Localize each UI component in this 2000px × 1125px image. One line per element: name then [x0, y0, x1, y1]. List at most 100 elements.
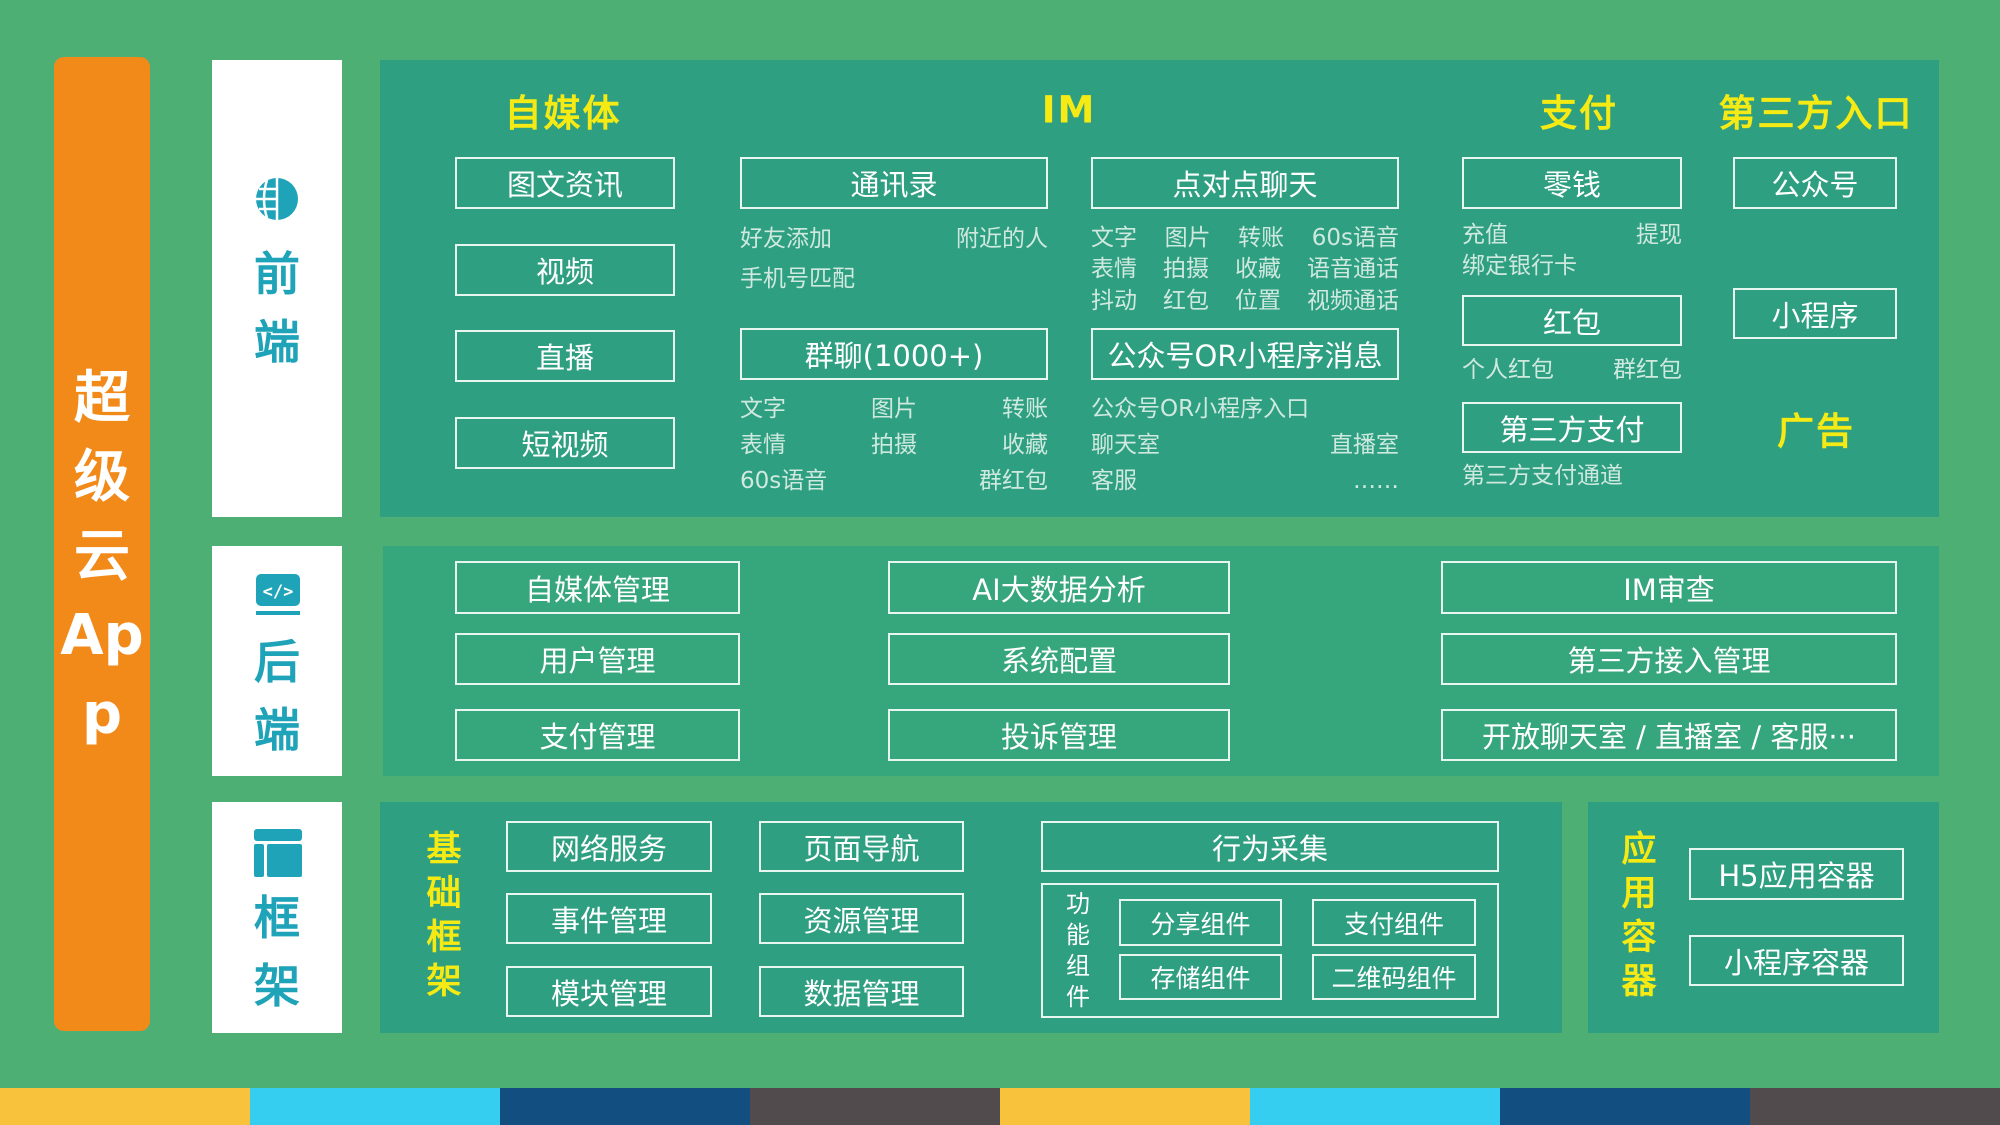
ads-label: 广告 — [1777, 410, 1855, 453]
group-features: 60s语音 群红包 — [740, 466, 1048, 496]
feature: 聊天室 — [1091, 432, 1160, 458]
feature: 拍摄 — [1163, 256, 1209, 282]
feature: 群红包 — [979, 468, 1048, 494]
feature: 红包 — [1163, 288, 1209, 314]
front-label: 前端 — [254, 247, 300, 369]
feature: 好友添加 — [740, 226, 832, 252]
official-features: 客服 …… — [1091, 466, 1399, 496]
component-item[interactable]: 分享组件 — [1119, 899, 1282, 946]
stripe-segment — [750, 1088, 1000, 1125]
header-im: IM — [1041, 88, 1097, 132]
header-media: 自媒体 — [504, 92, 622, 135]
feature: 群红包 — [1613, 357, 1682, 383]
framework-label-card: 框架 — [212, 802, 342, 1033]
feature: 绑定银行卡 — [1462, 253, 1577, 279]
component-item[interactable]: 存储组件 — [1119, 954, 1282, 1000]
app-container-title: 应用容器 — [1621, 830, 1657, 1002]
contacts-features: 好友添加 附近的人 — [740, 224, 1048, 254]
feature: 位置 — [1235, 288, 1281, 314]
third-party-pay-box[interactable]: 第三方支付 — [1462, 402, 1682, 453]
group-chat-box[interactable]: 群聊(1000+) — [740, 328, 1048, 380]
back-item[interactable]: 支付管理 — [455, 709, 740, 761]
feature: 转账 — [1002, 396, 1048, 422]
feature: 视频通话 — [1307, 288, 1399, 314]
container-item[interactable]: H5应用容器 — [1689, 848, 1904, 900]
svg-text:</>: </> — [263, 582, 294, 602]
group-features: 文字 图片 转账 — [740, 394, 1048, 424]
back-item[interactable]: 自媒体管理 — [455, 561, 740, 614]
component-item[interactable]: 二维码组件 — [1312, 954, 1476, 1000]
back-item[interactable]: IM审查 — [1441, 561, 1897, 614]
p2p-features: 文字 图片 转账 60s语音 — [1091, 223, 1399, 253]
header-third-party: 第三方入口 — [1718, 92, 1914, 135]
stripe-segment — [0, 1088, 250, 1125]
front-label-card: 前端 — [212, 60, 342, 517]
media-item[interactable]: 短视频 — [455, 417, 675, 469]
feature: 转账 — [1238, 225, 1285, 251]
feature: 收藏 — [1002, 432, 1048, 458]
framework-item[interactable]: 数据管理 — [759, 966, 964, 1017]
feature: 表情 — [740, 432, 786, 458]
official-message-box[interactable]: 公众号OR小程序消息 — [1091, 328, 1399, 380]
app-title-bar: 超级云App — [54, 57, 150, 1031]
globe-icon — [256, 178, 298, 220]
feature: 手机号匹配 — [740, 266, 855, 292]
feature: 个人红包 — [1462, 357, 1554, 383]
behavior-collection-box[interactable]: 行为采集 — [1041, 821, 1499, 872]
component-item[interactable]: 支付组件 — [1312, 899, 1476, 946]
container-item[interactable]: 小程序容器 — [1689, 935, 1904, 986]
back-item[interactable]: 系统配置 — [888, 633, 1230, 685]
entry-mini-program[interactable]: 小程序 — [1733, 288, 1897, 339]
back-item[interactable]: 开放聊天室 / 直播室 / 客服··· — [1441, 709, 1897, 761]
stripe-segment — [1750, 1088, 2000, 1125]
third-party-pay-features: 第三方支付通道 — [1462, 461, 1682, 491]
feature: 客服 — [1091, 468, 1137, 494]
feature: 60s语音 — [1311, 225, 1399, 251]
contacts-box[interactable]: 通讯录 — [740, 157, 1048, 209]
stripe-segment — [1500, 1088, 1750, 1125]
stripe-segment — [250, 1088, 500, 1125]
components-title: 功能组件 — [1066, 890, 1090, 1011]
framework-item[interactable]: 资源管理 — [759, 893, 964, 944]
feature: …… — [1353, 468, 1399, 494]
feature: 公众号OR小程序入口 — [1091, 396, 1310, 422]
code-icon: </> — [256, 574, 300, 615]
back-label: 后端 — [254, 635, 300, 757]
back-label-card: </> 后端 — [212, 546, 342, 776]
media-item[interactable]: 直播 — [455, 330, 675, 382]
framework-item[interactable]: 事件管理 — [506, 893, 712, 944]
feature: 拍摄 — [871, 432, 917, 458]
feature: 文字 — [1091, 225, 1137, 251]
official-features: 公众号OR小程序入口 — [1091, 394, 1399, 424]
p2p-features: 表情 拍摄 收藏 语音通话 — [1091, 254, 1399, 284]
p2p-chat-box[interactable]: 点对点聊天 — [1091, 157, 1399, 209]
layout-icon — [254, 829, 302, 877]
back-item[interactable]: 用户管理 — [455, 633, 740, 685]
feature: 文字 — [740, 396, 786, 422]
header-pay: 支付 — [1540, 92, 1618, 135]
feature: 表情 — [1091, 256, 1137, 282]
group-features: 表情 拍摄 收藏 — [740, 430, 1048, 460]
feature: 60s语音 — [740, 468, 828, 494]
official-features: 聊天室 直播室 — [1091, 430, 1399, 460]
redpacket-features: 个人红包 群红包 — [1462, 355, 1682, 385]
back-item[interactable]: 投诉管理 — [888, 709, 1230, 761]
feature: 收藏 — [1235, 256, 1281, 282]
feature: 图片 — [871, 396, 917, 422]
p2p-features: 抖动 红包 位置 视频通话 — [1091, 286, 1399, 316]
media-item[interactable]: 视频 — [455, 244, 675, 296]
framework-item[interactable]: 页面导航 — [759, 821, 964, 872]
feature: 附近的人 — [956, 226, 1048, 252]
entry-official-account[interactable]: 公众号 — [1733, 157, 1897, 209]
back-item[interactable]: 第三方接入管理 — [1441, 633, 1897, 685]
feature: 直播室 — [1330, 432, 1399, 458]
redpacket-box[interactable]: 红包 — [1462, 295, 1682, 346]
feature: 充值 — [1462, 222, 1508, 248]
framework-item[interactable]: 模块管理 — [506, 966, 712, 1017]
media-item[interactable]: 图文资讯 — [455, 157, 675, 209]
change-box[interactable]: 零钱 — [1462, 157, 1682, 209]
feature: 第三方支付通道 — [1462, 463, 1623, 489]
back-item[interactable]: AI大数据分析 — [888, 561, 1230, 614]
framework-item[interactable]: 网络服务 — [506, 821, 712, 872]
feature: 抖动 — [1091, 288, 1137, 314]
